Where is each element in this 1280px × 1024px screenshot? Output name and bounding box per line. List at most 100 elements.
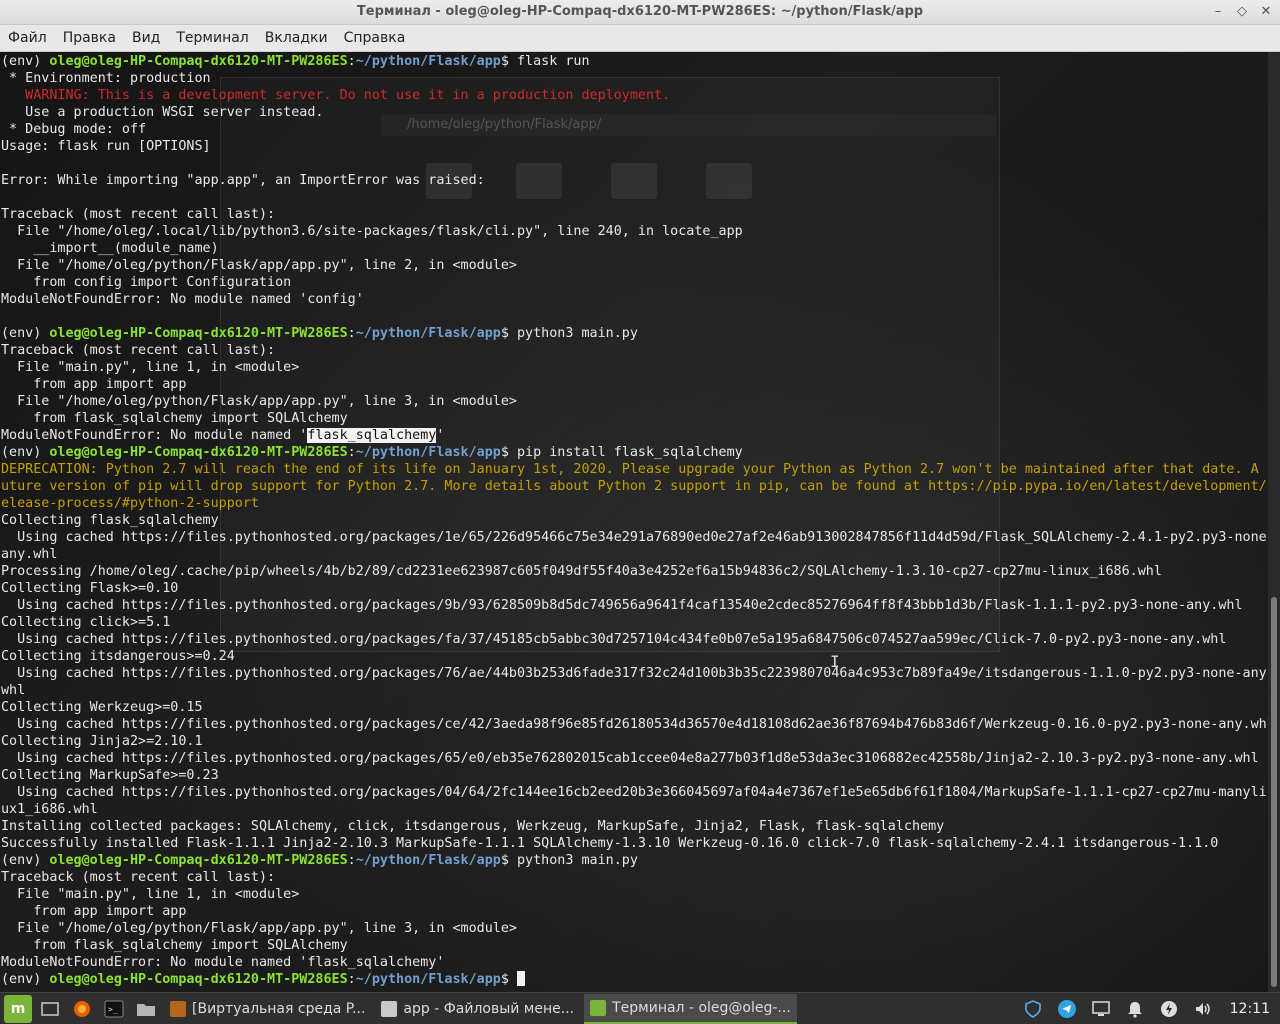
output-line: Using cached https://files.pythonhosted.…	[1, 784, 1268, 801]
scrollbar-thumb[interactable]	[1271, 597, 1277, 987]
output-text: Using cached https://files.pythonhosted.…	[1, 666, 1268, 681]
prompt-env: (env)	[1, 853, 50, 868]
output-line: File "main.py", line 1, in <module>	[1, 886, 1267, 903]
svg-text:>_: >_	[108, 1005, 118, 1014]
mouse-ibeam-cursor-icon: I	[830, 652, 840, 671]
output-line: ux1_i686.whl	[1, 801, 1267, 818]
task-label: app - Файловый мене...	[403, 1000, 575, 1017]
prompt-path: ~/python/Flask/app	[355, 853, 501, 868]
prompt-line: (env) oleg@oleg-HP-Compaq-dx6120-MT-PW28…	[1, 325, 1267, 342]
prompt-env: (env)	[1, 972, 50, 987]
command-text: flask run	[516, 54, 590, 69]
output-text: Using cached https://files.pythonhosted.…	[1, 598, 1243, 613]
output-text: from app import app	[1, 904, 187, 919]
files-launcher-icon[interactable]	[132, 995, 160, 1023]
output-line: Using cached https://files.pythonhosted.…	[1, 750, 1267, 767]
output-text: File "main.py", line 1, in <module>	[1, 887, 300, 902]
menu-view[interactable]: Вид	[132, 30, 160, 46]
terminal-scrollbar[interactable]	[1268, 52, 1280, 992]
maximize-button[interactable]: ◇	[1234, 2, 1250, 22]
prompt-env: (env)	[1, 54, 50, 69]
clock[interactable]: 12:11	[1230, 1001, 1270, 1017]
menu-file[interactable]: Файл	[8, 30, 47, 46]
output-line: ModuleNotFoundError: No module named 'fl…	[1, 427, 1267, 444]
output-line: File "/home/oleg/.local/lib/python3.6/si…	[1, 223, 1267, 240]
output-text: Usage: flask run [OPTIONS]	[1, 139, 211, 154]
output-text: from flask_sqlalchemy import SQLAlchemy	[1, 411, 348, 426]
prompt-separator: :	[347, 326, 356, 341]
output-text: Traceback (most recent call last):	[1, 870, 276, 885]
output-text: ux1_i686.whl	[1, 802, 98, 817]
network-icon[interactable]	[1158, 998, 1180, 1020]
output-line: ModuleNotFoundError: No module named 'co…	[1, 291, 1267, 308]
output-line: ModuleNotFoundError: No module named 'fl…	[1, 954, 1267, 971]
output-line: Collecting itsdangerous>=0.24	[1, 648, 1267, 665]
system-tray: 12:11	[1022, 993, 1280, 1024]
output-line: File "/home/oleg/python/Flask/app/app.py…	[1, 393, 1267, 410]
output-line: any.whl	[1, 546, 1267, 563]
menu-edit[interactable]: Правка	[63, 30, 116, 46]
output-text: Collecting Jinja2>=2.10.1	[1, 734, 203, 749]
output-line: Collecting Werkzeug>=0.15	[1, 699, 1267, 716]
output-line: Collecting Jinja2>=2.10.1	[1, 733, 1267, 750]
output-line: Collecting Flask>=0.10	[1, 580, 1267, 597]
display-icon[interactable]	[1090, 998, 1112, 1020]
output-line: DEPRECATION: Python 2.7 will reach the e…	[1, 461, 1268, 478]
terminal-output: (env) oleg@oleg-HP-Compaq-dx6120-MT-PW28…	[1, 53, 1268, 988]
output-text: Collecting click>=5.1	[1, 615, 171, 630]
output-line: * Debug mode: off	[1, 121, 1267, 138]
task-file-manager[interactable]: app - Файловый мене...	[375, 994, 580, 1024]
output-text: Collecting flask_sqlalchemy	[1, 513, 219, 528]
selected-text: flask_sqlalchemy	[307, 428, 437, 443]
output-line: Successfully installed Flask-1.1.1 Jinja…	[1, 835, 1267, 852]
terminal-view[interactable]: /home/oleg/python/Flask/app/ (env) oleg@…	[0, 52, 1268, 992]
output-text: Using cached https://files.pythonhosted.…	[1, 785, 1268, 800]
menu-help[interactable]: Справка	[344, 30, 406, 46]
folder-icon	[381, 1000, 398, 1017]
output-line: uture version of pip will drop support f…	[1, 478, 1268, 495]
prompt-path: ~/python/Flask/app	[355, 445, 501, 460]
prompt-dollar: $	[500, 972, 517, 987]
output-line: from app import app	[1, 903, 1267, 920]
output-text: Use a production WSGI server instead.	[1, 105, 324, 120]
minimize-button[interactable]: –	[1210, 2, 1226, 22]
prompt-line: (env) oleg@oleg-HP-Compaq-dx6120-MT-PW28…	[1, 852, 1267, 869]
menu-bar: Файл Правка Вид Терминал Вкладки Справка	[0, 25, 1280, 52]
task-virtualbox[interactable]: [Виртуальная среда P...	[164, 994, 371, 1024]
close-button[interactable]: ✕	[1258, 2, 1274, 22]
firefox-icon[interactable]	[68, 995, 96, 1023]
output-line: File "/home/oleg/python/Flask/app/app.py…	[1, 920, 1267, 937]
menu-tabs[interactable]: Вкладки	[265, 30, 328, 46]
deprecation-text: uture version of pip will drop support f…	[1, 479, 1268, 494]
output-line: WARNING: This is a development server. D…	[1, 87, 1267, 104]
shield-icon[interactable]	[1022, 998, 1044, 1020]
deprecation-text: elease-process/#python-2-support	[1, 496, 259, 511]
volume-icon[interactable]	[1192, 998, 1214, 1020]
output-line: File "/home/oleg/python/Flask/app/app.py…	[1, 257, 1267, 274]
notifications-bell-icon[interactable]	[1124, 998, 1146, 1020]
task-terminal[interactable]: Терминал - oleg@oleg-...	[584, 993, 797, 1024]
output-text: * Environment: production	[1, 71, 211, 86]
output-text: File "/home/oleg/python/Flask/app/app.py…	[1, 258, 517, 273]
prompt-dollar: $	[500, 326, 517, 341]
terminal-launcher-icon[interactable]: >_	[100, 995, 128, 1023]
mint-menu-icon[interactable]: m	[4, 994, 32, 1023]
output-line: Using cached https://files.pythonhosted.…	[1, 716, 1268, 733]
window-titlebar[interactable]: Терминал - oleg@oleg-HP-Compaq-dx6120-MT…	[0, 0, 1280, 25]
output-line: elease-process/#python-2-support	[1, 495, 1267, 512]
telegram-icon[interactable]	[1056, 998, 1078, 1020]
output-line: Using cached https://files.pythonhosted.…	[1, 631, 1267, 648]
output-line: from app import app	[1, 376, 1267, 393]
output-line: Use a production WSGI server instead.	[1, 104, 1267, 121]
prompt-dollar: $	[500, 54, 517, 69]
virtualbox-icon	[170, 1000, 186, 1017]
show-desktop-icon[interactable]	[36, 995, 64, 1023]
prompt-user: oleg@oleg-HP-Compaq-dx6120-MT-PW286ES	[49, 326, 348, 341]
menu-terminal[interactable]: Терминал	[176, 30, 248, 46]
command-text: python3 main.py	[516, 326, 638, 341]
output-text: ModuleNotFoundError: No module named 'co…	[1, 292, 364, 307]
prompt-env: (env)	[1, 326, 50, 341]
